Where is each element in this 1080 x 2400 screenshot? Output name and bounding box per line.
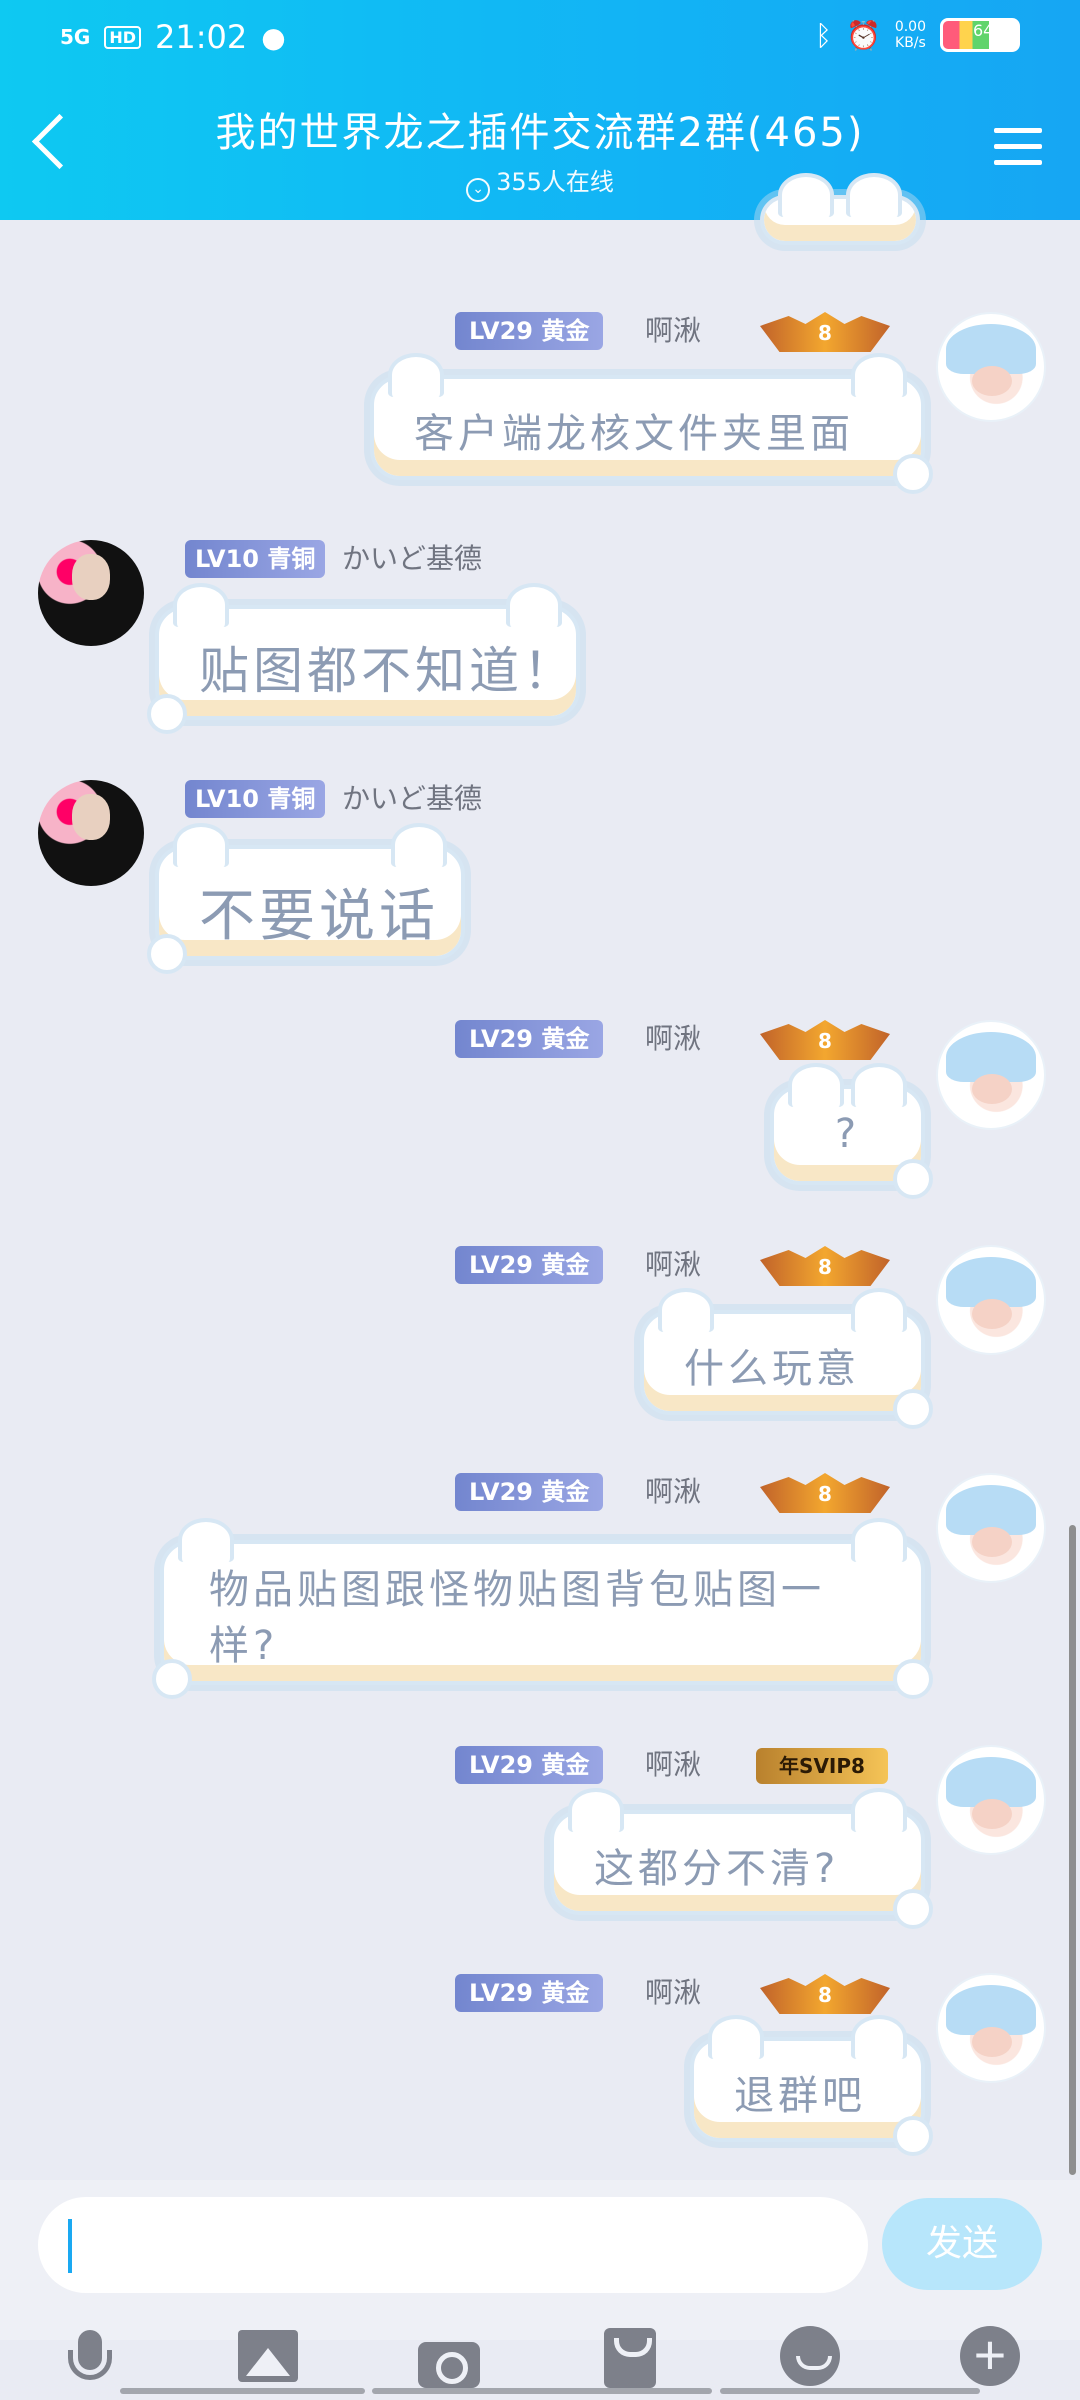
medal-badge: 8 [760,1473,890,1513]
alarm-icon: ⏰ [845,18,881,52]
message-bubble[interactable]: 不要说话 [147,823,465,974]
sender-name[interactable]: 啊湫 [645,1246,701,1284]
avatar[interactable] [936,1020,1046,1130]
level-badge: LV29 黄金 [455,1246,604,1284]
message-bubble[interactable]: 什么玩意 [640,1288,933,1429]
clock: 21:02 [155,18,248,56]
back-arrow-icon[interactable] [31,113,88,170]
message-bubble[interactable]: 这都分不清? [550,1788,933,1929]
message-bubble[interactable]: 物品贴图跟怪物贴图背包贴图一样? [152,1518,933,1699]
plus-icon[interactable] [960,2322,1024,2390]
message-bubble[interactable]: 贴图都不知道！ [147,583,580,734]
medal-badge: 8 [760,1974,890,2014]
sender-name[interactable]: 啊湫 [645,1473,701,1511]
sender-name[interactable]: かいど基德 [342,540,482,578]
image-icon[interactable] [238,2330,302,2394]
hd-icon: HD [104,25,142,49]
emoji-icon[interactable] [780,2326,844,2390]
battery-icon: 64 [940,18,1020,52]
sender-name[interactable]: かいど基德 [342,780,482,818]
level-badge: LV29 黄金 [455,1473,604,1511]
scrollbar[interactable] [1069,1525,1076,2175]
network-speed: 0.00 KB/s [894,19,926,51]
message-bubble-partial [760,173,920,245]
avatar[interactable] [936,1973,1046,2083]
online-count[interactable]: ⌄ 355人在线 [0,162,1080,202]
avatar[interactable] [38,780,144,886]
status-bar: 5G HD 21:02 ● ᛒ ⏰ 0.00 KB/s 64 [60,18,1020,58]
level-badge: LV29 黄金 [455,312,604,350]
chevron-down-icon: ⌄ [466,178,491,202]
sender-name[interactable]: 啊湫 [645,1020,701,1058]
sender-name[interactable]: 啊湫 [645,1974,701,2012]
menu-icon[interactable] [994,128,1042,176]
message-bubble[interactable]: ? [770,1063,933,1199]
level-badge: LV10 青铜 [185,540,326,578]
red-packet-icon[interactable] [598,2328,662,2392]
avatar[interactable] [38,540,144,646]
avatar[interactable] [936,1473,1046,1583]
message-bubble[interactable]: 退群吧 [690,2015,933,2156]
avatar[interactable] [936,312,1046,422]
medal-badge: 8 [760,1246,890,1286]
text-caret [68,2219,72,2273]
voice-icon[interactable] [58,2330,122,2394]
bluetooth-icon: ᛒ [815,18,832,52]
svip-badge: 年SVIP8 [756,1748,888,1784]
level-badge: LV29 黄金 [455,1020,604,1058]
avatar[interactable] [936,1245,1046,1355]
medal-badge: 8 [760,312,890,352]
level-badge: LV10 青铜 [185,780,326,818]
camera-icon[interactable] [418,2332,482,2396]
level-badge: LV29 黄金 [455,1746,604,1784]
medal-badge: 8 [760,1020,890,1060]
sender-name[interactable]: 啊湫 [645,1746,701,1784]
avatar[interactable] [936,1745,1046,1855]
level-badge: LV29 黄金 [455,1974,604,2012]
sender-name[interactable]: 啊湫 [645,312,701,350]
chat-bubble-icon: ● [261,20,286,54]
send-button[interactable]: 发送 [882,2198,1042,2290]
message-input[interactable] [38,2197,868,2293]
message-bubble[interactable]: 客户端龙核文件夹里面 [370,353,933,494]
chat-header: 5G HD 21:02 ● ᛒ ⏰ 0.00 KB/s 64 我的世界龙之插件交… [0,0,1080,220]
network-indicator: 5G [60,25,91,49]
group-title: 我的世界龙之插件交流群2群(465) [215,110,865,156]
toolbar [0,2310,1080,2400]
